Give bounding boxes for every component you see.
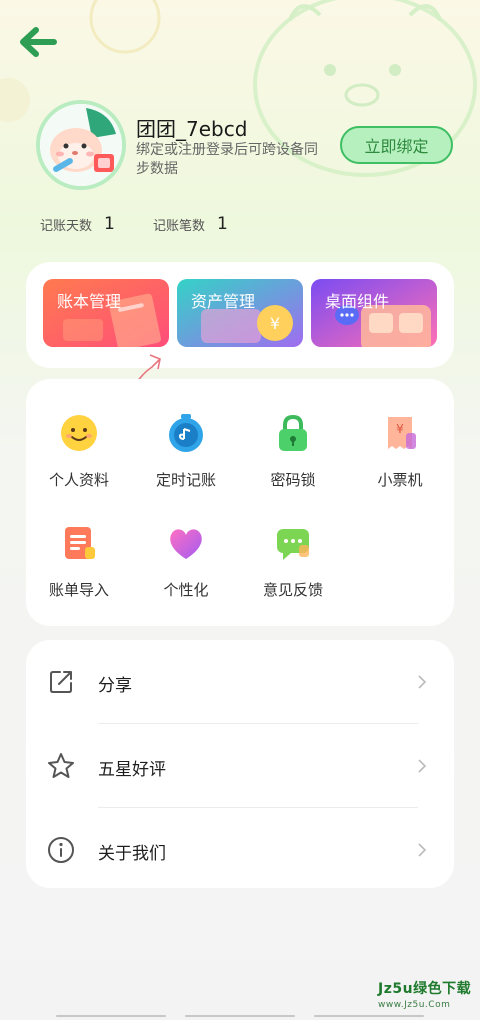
function-grid-card: 个人资料 定时记账 密码锁 ¥ 小票机 账单导入 个性化 意见反馈 bbox=[26, 379, 454, 626]
grid-item-personalize[interactable]: 个性化 bbox=[136, 523, 236, 613]
star-icon bbox=[48, 753, 74, 778]
stat-entries-value: 1 bbox=[217, 214, 228, 234]
grid-label-receipt-printer: 小票机 bbox=[377, 471, 423, 489]
grid-item-feedback[interactable]: 意见反馈 bbox=[243, 523, 343, 613]
stat-days-value: 1 bbox=[104, 214, 115, 234]
feature-tiles-card: 账本管理 ¥ 资产管理 桌面组件 bbox=[26, 262, 454, 368]
share-icon bbox=[50, 671, 72, 693]
tile-widget-label: 桌面组件 bbox=[325, 292, 390, 311]
tile-ledger-label: 账本管理 bbox=[57, 292, 122, 311]
back-button[interactable] bbox=[16, 24, 60, 60]
settings-list-card: 分享 五星好评 关于我们 bbox=[26, 640, 454, 888]
list-item-rate[interactable]: 五星好评 bbox=[26, 724, 454, 807]
tile-asset-management[interactable]: ¥ 资产管理 bbox=[177, 279, 303, 347]
grid-item-receipt-printer[interactable]: ¥ 小票机 bbox=[350, 413, 450, 503]
tab-indicator-line bbox=[314, 1015, 424, 1017]
grid-label-scheduled: 定时记账 bbox=[155, 471, 216, 489]
smiley-face-icon bbox=[61, 415, 97, 451]
grid-label-feedback: 意见反馈 bbox=[262, 581, 323, 599]
tile-ledger-management[interactable]: 账本管理 bbox=[43, 279, 169, 347]
grid-label-bill-import: 账单导入 bbox=[48, 581, 109, 599]
document-import-icon bbox=[65, 527, 95, 559]
grid-item-profile[interactable]: 个人资料 bbox=[29, 413, 129, 503]
heart-icon bbox=[170, 529, 202, 559]
grid-item-scheduled[interactable]: 定时记账 bbox=[136, 413, 236, 503]
timer-clock-icon bbox=[169, 414, 203, 452]
stat-entries: 记账笔数 1 bbox=[153, 214, 228, 234]
info-icon bbox=[48, 837, 74, 863]
chevron-right-icon bbox=[418, 759, 427, 773]
svg-text:¥: ¥ bbox=[396, 422, 404, 436]
svg-text:¥: ¥ bbox=[270, 314, 280, 333]
bottom-tab-indicator bbox=[56, 1015, 424, 1017]
arrow-left-icon bbox=[20, 27, 57, 57]
tab-indicator-line bbox=[185, 1015, 295, 1017]
chat-bubble-icon bbox=[277, 529, 309, 560]
list-item-share[interactable]: 分享 bbox=[26, 640, 454, 723]
list-label-rate: 五星好评 bbox=[98, 760, 166, 780]
grid-label-password-lock: 密码锁 bbox=[270, 471, 316, 489]
chevron-right-icon bbox=[418, 843, 427, 857]
stat-days-label: 记账天数 bbox=[40, 218, 93, 234]
list-label-share: 分享 bbox=[98, 676, 132, 696]
list-item-about[interactable]: 关于我们 bbox=[26, 808, 454, 891]
grid-item-bill-import[interactable]: 账单导入 bbox=[29, 523, 129, 613]
grid-label-personalize: 个性化 bbox=[163, 581, 209, 599]
avatar[interactable] bbox=[36, 100, 126, 190]
stat-days: 记账天数 1 bbox=[40, 214, 115, 234]
watermark-main-text: Jz5u绿色下载 bbox=[378, 981, 472, 997]
receipt-icon: ¥ bbox=[388, 417, 416, 449]
padlock-icon bbox=[279, 414, 307, 451]
bind-now-button[interactable]: 立即绑定 bbox=[340, 126, 453, 164]
stat-entries-label: 记账笔数 bbox=[153, 218, 206, 234]
site-watermark: Jz5u绿色下载 www.Jz5u.Com bbox=[378, 978, 471, 1010]
watermark-url-text: www.Jz5u.Com bbox=[378, 1000, 451, 1010]
tile-asset-label: 资产管理 bbox=[191, 292, 256, 311]
list-label-about: 关于我们 bbox=[98, 844, 166, 864]
bind-hint-text: 绑定或注册登录后可跨设备同步数据 bbox=[136, 142, 318, 177]
grid-item-password-lock[interactable]: 密码锁 bbox=[243, 413, 343, 503]
tile-desktop-widget[interactable]: 桌面组件 bbox=[311, 279, 437, 347]
hamster-avatar-icon bbox=[40, 104, 122, 186]
username: 团团_7ebcd bbox=[136, 117, 248, 141]
grid-label-profile: 个人资料 bbox=[48, 471, 109, 489]
tab-indicator-line bbox=[56, 1015, 166, 1017]
chevron-right-icon bbox=[418, 675, 427, 689]
